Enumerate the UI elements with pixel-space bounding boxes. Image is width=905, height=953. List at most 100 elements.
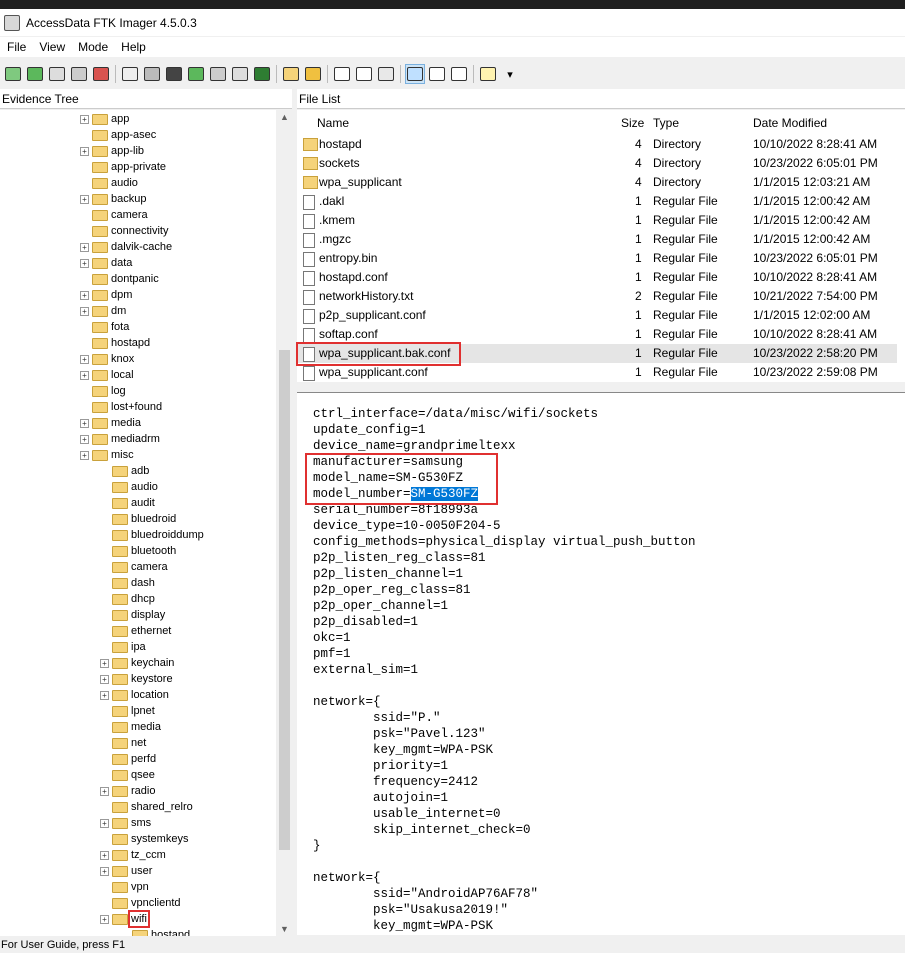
tree-node[interactable]: + location — [100, 687, 169, 703]
export-logical-image-icon[interactable] — [165, 65, 183, 83]
expand-icon[interactable]: + — [80, 370, 89, 380]
export-files-icon[interactable] — [377, 65, 395, 83]
expand-icon[interactable]: + — [80, 194, 89, 204]
tree-node[interactable]: + app-lib — [80, 143, 144, 159]
tree-node[interactable]: + data — [80, 255, 132, 271]
toolbar-overflow-icon[interactable]: ▾ — [501, 65, 519, 83]
remove-evidence-icon[interactable] — [70, 65, 88, 83]
tree-node[interactable]: vpnclientd — [100, 895, 181, 911]
tree-node[interactable]: media — [100, 719, 161, 735]
file-row[interactable]: hostapd 4 Directory 10/10/2022 8:28:41 AM — [297, 135, 897, 154]
tree-node[interactable]: + dm — [80, 303, 126, 319]
expand-icon[interactable]: + — [100, 786, 109, 796]
decrypt-icon[interactable] — [231, 65, 249, 83]
tree-node[interactable]: dhcp — [100, 591, 155, 607]
menu-help[interactable]: Help — [121, 40, 146, 54]
tree-node[interactable]: log — [80, 383, 126, 399]
expand-icon[interactable]: + — [80, 306, 89, 316]
file-row[interactable]: sockets 4 Directory 10/23/2022 6:05:01 PM — [297, 154, 897, 173]
tree-node[interactable]: display — [100, 607, 165, 623]
tree-node[interactable]: + dpm — [80, 287, 132, 303]
file-row[interactable]: hostapd.conf 1 Regular File 10/10/2022 8:28… — [297, 268, 897, 287]
tree-node[interactable]: hostapd — [120, 927, 190, 936]
tree-node[interactable]: + keychain — [100, 655, 174, 671]
menu-mode[interactable]: Mode — [78, 40, 108, 54]
column-type[interactable]: Type — [653, 113, 679, 133]
tree-node[interactable]: ethernet — [100, 623, 171, 639]
tree-node[interactable]: perfd — [100, 751, 156, 767]
expand-icon[interactable]: + — [100, 866, 109, 876]
tree-scrollbar-thumb[interactable] — [279, 350, 290, 850]
tree-node[interactable]: bluetooth — [100, 543, 176, 559]
expand-icon[interactable]: + — [80, 114, 89, 124]
expand-icon[interactable]: + — [100, 818, 109, 828]
expand-icon[interactable]: + — [100, 690, 109, 700]
tree-node[interactable]: + app — [80, 111, 129, 127]
file-row[interactable]: .kmem 1 Regular File 1/1/2015 12:00:42 AM — [297, 211, 897, 230]
tree-node[interactable]: + media — [80, 415, 141, 431]
column-date-modified[interactable]: Date Modified — [753, 113, 827, 133]
file-row[interactable]: .mgzc 1 Regular File 1/1/2015 12:00:42 AM — [297, 230, 897, 249]
tree-node[interactable]: dontpanic — [80, 271, 159, 287]
tree-node[interactable]: + misc — [80, 447, 134, 463]
expand-icon[interactable]: + — [80, 290, 89, 300]
new-document-icon[interactable] — [333, 65, 351, 83]
tree-node[interactable]: lost+found — [80, 399, 162, 415]
tree-node[interactable]: audio — [80, 175, 138, 191]
tree-node[interactable]: camera — [100, 559, 168, 575]
tree-node[interactable]: dash — [100, 575, 155, 591]
memory-capture-icon[interactable] — [253, 65, 271, 83]
tree-node[interactable]: + local — [80, 367, 134, 383]
tree-node[interactable]: app-asec — [80, 127, 156, 143]
tree-node[interactable]: net — [100, 735, 146, 751]
add-evidence-icon[interactable] — [4, 65, 22, 83]
tree-node[interactable]: fota — [80, 319, 129, 335]
file-row[interactable]: wpa_supplicant 4 Directory 1/1/2015 12:03:2… — [297, 173, 897, 192]
tree-node[interactable]: shared_relro — [100, 799, 193, 815]
column-name[interactable]: Name — [317, 113, 349, 133]
tree-node[interactable]: connectivity — [80, 223, 168, 239]
menu-file[interactable]: File — [7, 40, 26, 54]
tree-node[interactable]: ipa — [100, 639, 146, 655]
tree-node[interactable]: camera — [80, 207, 148, 223]
tree-scrollbar[interactable]: ▲ ▼ — [277, 110, 292, 936]
tree-node[interactable]: audit — [100, 495, 155, 511]
menu-view[interactable]: View — [39, 40, 65, 54]
tree-node[interactable]: lpnet — [100, 703, 155, 719]
scroll-up-icon[interactable]: ▲ — [280, 112, 289, 122]
expand-icon[interactable]: + — [100, 850, 109, 860]
text-view-icon[interactable] — [428, 65, 446, 83]
evidence-tree[interactable]: + app app-asec + app-lib app-private audio + bac… — [0, 110, 276, 936]
remove-all-evidence-icon[interactable] — [92, 65, 110, 83]
export-disk-image-icon[interactable] — [143, 65, 161, 83]
tree-node[interactable]: + keystore — [100, 671, 173, 687]
file-row[interactable]: entropy.bin 1 Regular File 10/23/2022 6:05:… — [297, 249, 897, 268]
expand-icon[interactable]: + — [80, 354, 89, 364]
tree-node[interactable]: + user — [100, 863, 152, 879]
add-to-custom-image-icon[interactable] — [187, 65, 205, 83]
file-row[interactable]: .dakl 1 Regular File 1/1/2015 12:00:42 AM — [297, 192, 897, 211]
tree-node[interactable]: + dalvik-cache — [80, 239, 172, 255]
column-size[interactable]: Size — [621, 113, 644, 133]
expand-icon[interactable]: + — [80, 146, 89, 156]
tree-node[interactable]: + knox — [80, 351, 134, 367]
expand-icon[interactable]: + — [100, 674, 109, 684]
file-row[interactable]: p2p_supplicant.conf 1 Regular File 1/1/2015… — [297, 306, 897, 325]
tree-node[interactable]: app-private — [80, 159, 166, 175]
expand-icon[interactable]: + — [80, 450, 89, 460]
expand-icon[interactable]: + — [100, 914, 109, 924]
tree-node[interactable]: vpn — [100, 879, 149, 895]
tree-node[interactable]: + tz_ccm — [100, 847, 166, 863]
file-content-viewer[interactable]: ctrl_interface=/data/misc/wifi/sockets u… — [297, 392, 905, 935]
tree-node[interactable]: audio — [100, 479, 158, 495]
copy-icon[interactable] — [355, 65, 373, 83]
create-custom-image-icon[interactable] — [209, 65, 227, 83]
tree-node[interactable]: adb — [100, 463, 149, 479]
image-mounting-icon[interactable] — [48, 65, 66, 83]
tree-node[interactable]: + mediadrm — [80, 431, 160, 447]
expand-icon[interactable]: + — [80, 258, 89, 268]
key-icon[interactable] — [304, 65, 322, 83]
scroll-down-icon[interactable]: ▼ — [280, 924, 289, 934]
tree-node[interactable]: + radio — [100, 783, 155, 799]
tree-node[interactable]: hostapd — [80, 335, 150, 351]
